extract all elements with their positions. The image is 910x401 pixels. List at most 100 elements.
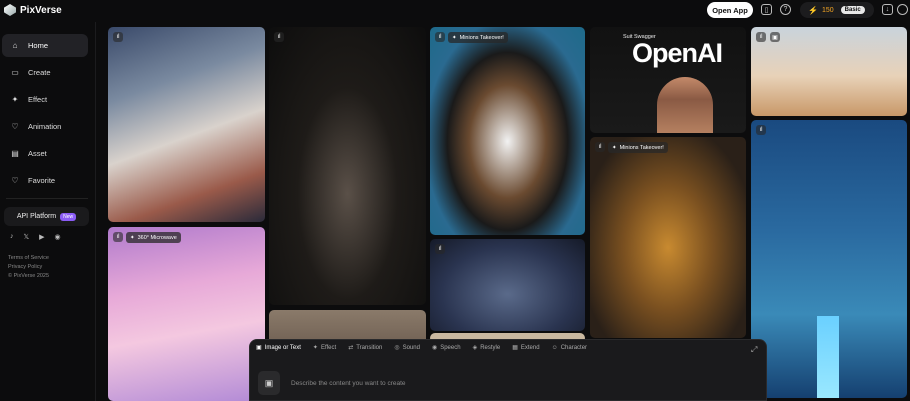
sidebar-item-asset[interactable]: ▤ Asset <box>2 142 88 165</box>
openai-logo-text: OpenAI <box>632 38 723 68</box>
badge-label: 360° Microwave <box>137 234 177 241</box>
book-icon[interactable]: ▯ <box>761 4 772 15</box>
video-tile-cat[interactable]: ıl ✦ Minions Takeover! <box>590 137 746 338</box>
tab-label: Speech <box>440 344 461 351</box>
sidebar-item-favorite[interactable]: ♡ Favorite <box>2 169 88 192</box>
tab-label: Image or Text <box>264 344 301 351</box>
video-tile-creature[interactable]: ıl <box>430 239 585 331</box>
tab-label: Restyle <box>480 344 501 351</box>
sidebar-item-label: Effect <box>28 95 48 104</box>
open-app-button[interactable]: Open App <box>707 2 753 18</box>
help-icon[interactable]: ? <box>780 4 791 15</box>
sparkle-icon: ✦ <box>452 34 457 41</box>
speech-icon: ◉ <box>431 345 438 351</box>
app-name: PixVerse <box>20 4 62 16</box>
bolt-icon: ⚡ <box>808 5 818 15</box>
tab-restyle[interactable]: ◈ Restyle <box>472 344 501 352</box>
video-tile-openai[interactable]: Suit Swagger OpenAI <box>590 27 746 133</box>
discord-icon[interactable]: ◉ <box>55 233 61 241</box>
sound-icon[interactable]: ıl <box>113 32 123 42</box>
video-tile-dog[interactable]: ıl ✦ Minions Takeover! <box>430 27 585 235</box>
restyle-icon: ◈ <box>472 345 478 351</box>
effect-badge: ✦ Minions Takeover! <box>448 32 508 43</box>
social-links: ♪ 𝕏 ▶ ◉ <box>10 233 61 241</box>
video-tile-microwave[interactable]: ıl ✦ 360° Microwave <box>108 227 265 401</box>
animation-icon: ♡ <box>11 122 19 131</box>
effect-badge: ✦ 360° Microwave <box>126 232 181 243</box>
tab-label: Character <box>560 344 588 351</box>
credit-count: 150 <box>821 6 834 14</box>
tab-character[interactable]: ☺ Character <box>552 345 587 351</box>
prompt-input[interactable] <box>291 376 751 390</box>
sidebar: ⌂ Home ▭ Create ✦ Effect ♡ Animation ▤ A… <box>0 22 96 401</box>
video-tile-book-dancers[interactable]: ıl <box>269 27 426 305</box>
sidebar-item-label: Asset <box>28 149 47 158</box>
logo-icon <box>4 4 16 16</box>
tab-label: Sound <box>402 344 420 351</box>
image-icon: ▣ <box>256 345 262 351</box>
sound-icon[interactable]: ıl <box>435 244 445 254</box>
sidebar-item-create[interactable]: ▭ Create <box>2 61 88 84</box>
x-icon[interactable]: 𝕏 <box>24 233 30 241</box>
image-icon[interactable]: ▣ <box>770 32 780 42</box>
sound-icon[interactable]: ıl <box>756 125 766 135</box>
tiktok-icon[interactable]: ♪ <box>10 233 14 241</box>
new-badge: New <box>60 212 77 221</box>
sound-icon[interactable]: ıl <box>756 32 766 42</box>
sparkle-icon: ✦ <box>130 234 135 241</box>
sidebar-item-label: Favorite <box>28 176 56 185</box>
video-icon: ▭ <box>11 68 19 77</box>
prompt-composer: ▣ Image or Text ✦ Effect ⇄ Transition ◎ … <box>249 339 767 401</box>
extend-icon: ▦ <box>512 345 518 351</box>
privacy-link[interactable]: Privacy Policy <box>8 264 42 270</box>
sound-icon[interactable]: ıl <box>435 32 445 42</box>
heart-icon: ♡ <box>11 176 19 185</box>
sidebar-item-label: Animation <box>28 122 62 131</box>
credits-pill[interactable]: ⚡ 150 Basic <box>800 2 874 18</box>
folder-icon: ▤ <box>11 149 19 158</box>
sidebar-item-animation[interactable]: ♡ Animation <box>2 115 88 138</box>
sound-icon[interactable]: ıl <box>113 232 123 242</box>
sparkle-icon: ✦ <box>612 144 617 151</box>
badge-label: Minions Takeover! <box>619 144 664 151</box>
presenter <box>657 77 713 133</box>
sidebar-item-home[interactable]: ⌂ Home <box>2 34 88 57</box>
sparkle-icon: ✦ <box>312 345 318 351</box>
light-beam <box>817 316 839 398</box>
video-tile-winged-lion[interactable]: ıl <box>751 120 907 398</box>
sound-icon[interactable]: ıl <box>274 32 284 42</box>
video-tile-anime-angel[interactable]: ıl <box>108 27 265 222</box>
top-bar: PixVerse Open App ▯ ? ⚡ 150 Basic ↓ <box>0 0 910 22</box>
badge-label: Minions Takeover! <box>459 34 504 41</box>
tab-effect[interactable]: ✦ Effect <box>312 344 337 352</box>
sound-icon: ◎ <box>394 345 400 351</box>
tab-image-or-text[interactable]: ▣ Image or Text <box>256 344 301 352</box>
avatar[interactable] <box>897 4 908 15</box>
effect-badge: ✦ Minions Takeover! <box>608 142 668 153</box>
expand-icon[interactable]: ⤢ <box>751 345 757 355</box>
image-upload-icon: ▣ <box>264 377 274 388</box>
api-platform-label: API Platform <box>16 213 57 220</box>
terms-link[interactable]: Terms of Service <box>8 255 49 261</box>
tab-label: Effect <box>320 344 337 351</box>
tab-transition[interactable]: ⇄ Transition <box>348 344 383 352</box>
tab-extend[interactable]: ▦ Extend <box>512 344 540 352</box>
tab-sound[interactable]: ◎ Sound <box>394 344 420 352</box>
youtube-icon[interactable]: ▶ <box>39 233 44 241</box>
sidebar-item-label: Create <box>28 68 51 77</box>
api-platform-button[interactable]: API Platform New <box>4 207 89 226</box>
sidebar-item-effect[interactable]: ✦ Effect <box>2 88 88 111</box>
tab-label: Transition <box>356 344 383 351</box>
copyright: © PixVerse 2025 <box>8 273 50 279</box>
download-icon[interactable]: ↓ <box>882 4 893 15</box>
video-tile-beach[interactable]: ıl ▣ <box>751 27 907 116</box>
divider <box>6 198 88 199</box>
logo[interactable]: PixVerse <box>4 4 62 16</box>
plan-badge: Basic <box>840 6 865 14</box>
tab-speech[interactable]: ◉ Speech <box>431 344 461 352</box>
sound-icon[interactable]: ıl <box>595 142 605 152</box>
transition-icon: ⇄ <box>348 345 354 351</box>
upload-image-button[interactable]: ▣ <box>258 371 280 395</box>
character-icon: ☺ <box>551 344 558 351</box>
tab-label: Extend <box>520 344 540 351</box>
